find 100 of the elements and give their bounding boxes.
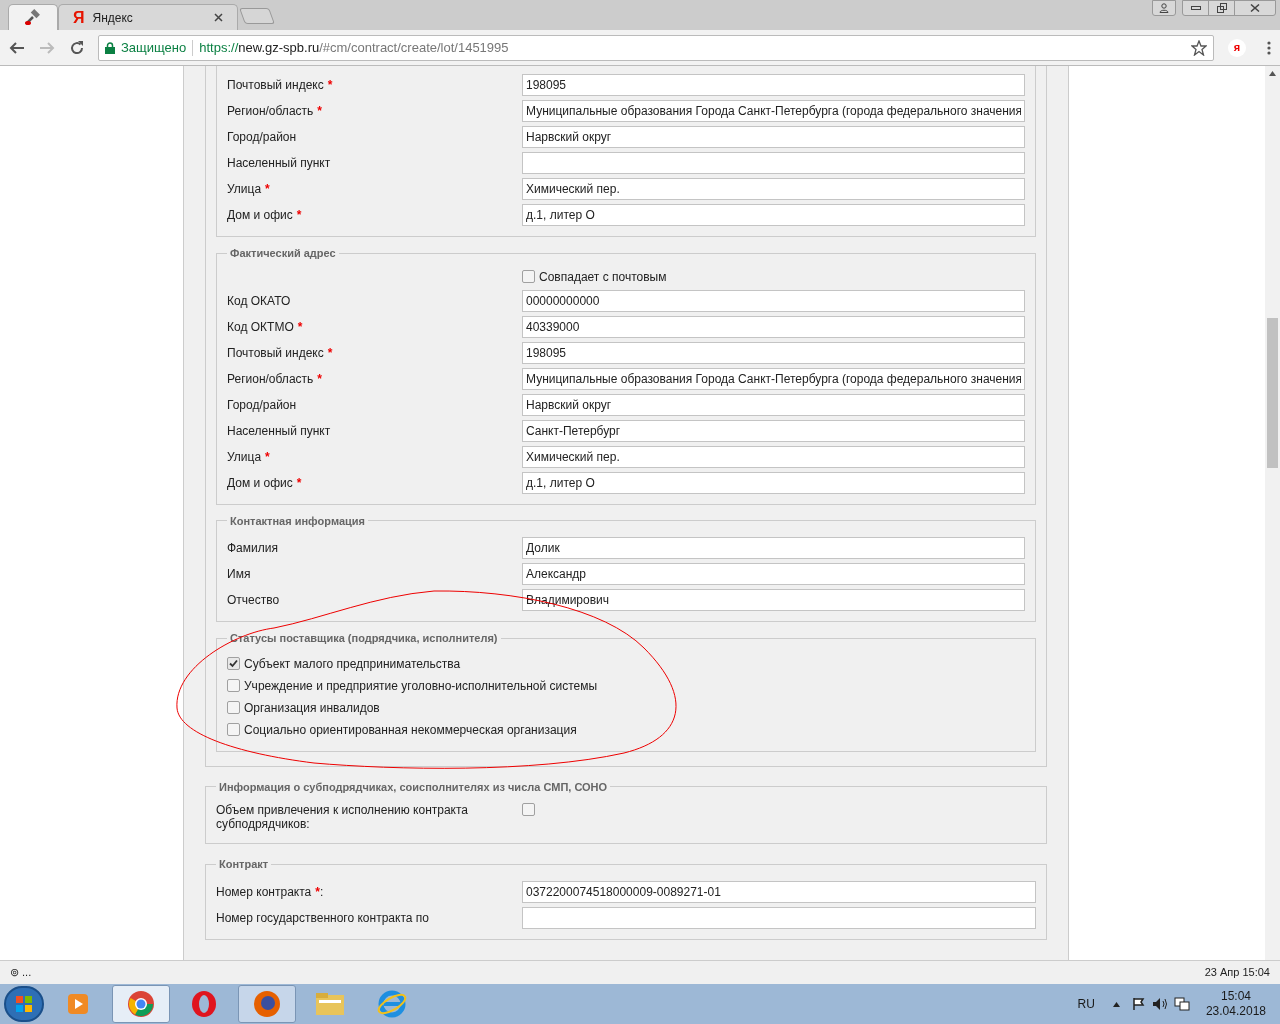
minimize-icon	[1190, 6, 1201, 10]
section-legend: Контракт	[216, 856, 272, 873]
address-bar[interactable]: Защищено https://new.gz-spb.ru/#cm/contract/create/lot/1451995	[98, 34, 1214, 61]
profile-button[interactable]	[1152, 0, 1176, 16]
fox-logo-icon	[253, 990, 281, 1018]
input-field[interactable]: 198095	[522, 74, 1025, 96]
field-label: Улица	[227, 449, 262, 464]
ring-logo-icon	[190, 990, 218, 1018]
input-field[interactable]	[522, 152, 1025, 174]
input-field[interactable]: Санкт-Петербург	[522, 419, 1025, 442]
firefox-taskbar-button[interactable]	[238, 985, 296, 1023]
input-field[interactable]: Химический пер.	[522, 445, 1025, 468]
required-asterisk: *	[265, 181, 270, 198]
checkbox[interactable]	[227, 657, 240, 670]
field-label: Город/район	[227, 397, 297, 412]
field-label: Имя	[227, 567, 251, 581]
input-field[interactable]: 40339000	[522, 315, 1025, 338]
field-label: Населенный пункт	[227, 423, 331, 438]
required-asterisk: *	[265, 448, 270, 466]
field-label: Код ОКАТО	[227, 293, 291, 308]
reload-icon[interactable]	[68, 38, 86, 57]
input-field[interactable]: 00000000000	[522, 289, 1025, 312]
chrome-taskbar-button[interactable]	[112, 985, 170, 1023]
field-label: Номер государственного контракта по	[216, 910, 429, 925]
field-label: Почтовый индекс	[227, 78, 324, 92]
padlock-icon	[105, 41, 115, 54]
input-field[interactable]: Александр	[522, 563, 1025, 585]
input-field[interactable]: Муниципальные образования Города Санкт-Петербурга (города федерального значения	[522, 367, 1025, 390]
checkbox-label: Социально ориентированная некоммерческая организация	[244, 721, 577, 739]
network-icon[interactable]	[1173, 997, 1190, 1011]
input-field[interactable]: д.1, литер О	[522, 204, 1025, 226]
start-button[interactable]	[4, 986, 44, 1022]
field-label: Регион/область	[227, 104, 314, 118]
field-label: Город/район	[227, 130, 297, 144]
field-label: Отчество	[227, 593, 280, 607]
scrollbar-thumb[interactable]	[1267, 318, 1278, 468]
input-field[interactable]: Муниципальные образования Города Санкт-Петербурга (города федерального значения	[522, 100, 1025, 122]
field-label: Улица	[227, 182, 262, 196]
input-field[interactable]: 198095	[522, 341, 1025, 364]
field-label: Населенный пункт	[227, 156, 331, 170]
language-indicator[interactable]: RU	[1077, 995, 1095, 1013]
required-asterisk: *	[317, 370, 322, 388]
label-colon: :	[319, 883, 324, 901]
url-text: https://new.gz-spb.ru/#cm/contract/create/lot/1451995	[199, 38, 509, 57]
required-asterisk: *	[296, 474, 302, 492]
status-text: ⊚ ...	[10, 965, 32, 981]
required-asterisk: *	[297, 318, 303, 336]
browser-logo-icon	[127, 990, 155, 1018]
field-label: Дом и офис	[227, 475, 293, 490]
field-label: Почтовый индекс	[227, 345, 324, 360]
star-icon[interactable]	[1191, 39, 1207, 56]
checkbox-label: Учреждение и предприятие уголовно-исполнительной системы	[244, 677, 598, 695]
close-icon	[1250, 4, 1260, 12]
input-field[interactable]: Владимирович	[522, 589, 1025, 611]
scroll-up-arrow-icon[interactable]	[1269, 71, 1276, 76]
close-icon[interactable]	[214, 13, 223, 22]
input-field[interactable]	[522, 906, 1036, 929]
input-field[interactable]: Долик	[522, 537, 1025, 559]
checkbox-label: Совпадает с почтовым	[539, 268, 667, 286]
field-label: Дом и офис	[227, 208, 293, 222]
required-asterisk: *	[315, 883, 320, 901]
required-asterisk: *	[327, 344, 333, 362]
section-legend: Контактная информация	[227, 512, 368, 529]
checkbox[interactable]	[227, 679, 240, 692]
status-datetime: 23 Апр 15:04	[1204, 965, 1270, 981]
field-label: Код ОКТМО	[227, 319, 294, 334]
clock-time[interactable]: 15:04	[1220, 989, 1251, 1004]
required-asterisk: *	[327, 77, 333, 94]
browser-tab[interactable]: Я Яндекс	[58, 4, 238, 30]
field-label: Фамилия	[227, 541, 278, 555]
folder-icon	[315, 991, 345, 1017]
speaker-icon[interactable]	[1151, 997, 1168, 1011]
yandex-logo-icon: Я	[73, 9, 85, 26]
checkbox[interactable]	[522, 803, 535, 816]
tab-title: Яндекс	[92, 9, 134, 27]
field-label: Номер контракта	[216, 884, 312, 899]
required-asterisk: *	[296, 207, 302, 224]
checkbox-label: Организация инвалидов	[244, 699, 380, 717]
section-legend: Информация о субподрядчиках, соисполнителях из числа СМП, СОНО	[216, 778, 611, 795]
flag-icon[interactable]	[1131, 997, 1146, 1011]
yandex-extension-button[interactable]: я	[1228, 38, 1246, 57]
scrollbar[interactable]	[1265, 66, 1280, 960]
input-field[interactable]: Химический пер.	[522, 178, 1025, 200]
field-label: Регион/область	[227, 371, 314, 386]
checkbox[interactable]	[522, 270, 535, 283]
tray-arrow-icon[interactable]	[1112, 1001, 1120, 1007]
input-field[interactable]: 0372200074518000009-0089271-01	[522, 880, 1036, 903]
checkbox[interactable]	[227, 723, 240, 736]
browser-tab[interactable]	[8, 4, 58, 30]
e-logo-icon	[377, 990, 407, 1018]
checkbox[interactable]	[227, 701, 240, 714]
clock-date[interactable]: 23.04.2018	[1205, 1004, 1266, 1019]
input-field[interactable]: д.1, литер О	[522, 471, 1025, 494]
required-asterisk: *	[317, 103, 322, 120]
secure-label: Защищено	[121, 38, 187, 57]
hammer-icon	[23, 8, 41, 27]
input-field[interactable]: Нарвский округ	[522, 393, 1025, 416]
menu-icon[interactable]	[1266, 39, 1272, 56]
section-legend: Фактический адрес	[227, 245, 339, 262]
input-field[interactable]: Нарвский округ	[522, 126, 1025, 148]
